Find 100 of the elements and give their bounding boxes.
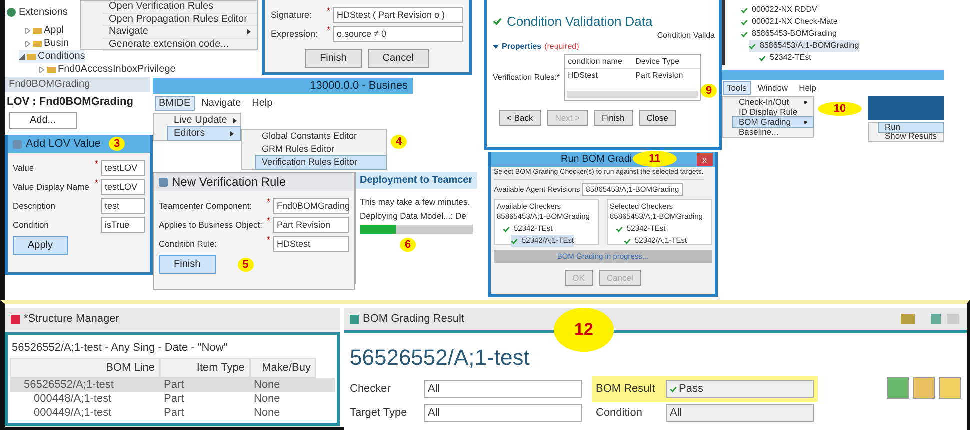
input-field[interactable]: isTrue	[101, 217, 145, 233]
table-cell-text: None	[253, 406, 282, 420]
required-mark: *	[95, 159, 99, 169]
tree-item[interactable]: 52342-TEst	[759, 52, 812, 64]
apply-button[interactable]: Apply	[13, 236, 68, 255]
wizard-button[interactable]: Close	[638, 110, 676, 126]
menu-bar-item[interactable]: BMIDE	[155, 96, 195, 111]
menu-bar-item[interactable]: Tools	[723, 81, 751, 95]
dropdown-field[interactable]: All	[424, 404, 582, 422]
section-title: Properties	[502, 42, 542, 51]
tree-item[interactable]: 85865453/A;1-BOMGrading	[749, 40, 860, 52]
menu-item[interactable]: Global Constants Editor	[256, 130, 386, 143]
input-field[interactable]: test	[101, 198, 145, 214]
input-field[interactable]: testLOV	[101, 179, 145, 195]
status-text: Deploying Data Model...: De	[360, 211, 468, 221]
tree-item[interactable]: Busin	[25, 37, 70, 50]
field-label: Signature:	[271, 10, 314, 20]
tree-item[interactable]: Fnd0AccessInboxPrivilege	[39, 63, 176, 76]
expander-icon[interactable]	[25, 40, 31, 46]
check-icon	[493, 17, 502, 26]
table-cell-text: 56526552/A;1-test	[23, 378, 115, 392]
step-badge: 10	[818, 102, 862, 116]
menu-bar-item[interactable]: Help	[795, 81, 821, 95]
menu-item[interactable]: ID Display Rule	[733, 107, 813, 117]
input-field[interactable]: Part Revision	[273, 217, 349, 233]
dropdown-field[interactable]: All	[424, 380, 582, 398]
wizard-button[interactable]: Finish	[594, 110, 633, 126]
field-label: Condition	[13, 220, 50, 230]
menu-item[interactable]: Editors	[168, 127, 240, 140]
section-tab[interactable]: Condition Valida	[493, 31, 715, 40]
field-label: Applies to Business Object:	[159, 220, 264, 230]
tree-item[interactable]: 85865453-BOMGrading	[741, 28, 837, 40]
toolbar-icons-drawing	[901, 314, 961, 324]
dropdown-field[interactable]: All	[666, 404, 814, 422]
menu-bar-item[interactable]: Navigate	[198, 96, 246, 111]
input-field[interactable]: HDStest ( Part Revision o )	[333, 7, 463, 23]
step-badge: 9	[701, 84, 717, 98]
menu-item[interactable]: Open Propagation Rules Editor	[103, 14, 257, 26]
menu-item[interactable]: Baseline...	[733, 127, 813, 137]
field-label: Description	[13, 201, 57, 211]
x-close-button[interactable]: x	[696, 153, 713, 166]
menu-item[interactable]: Run	[879, 123, 943, 132]
input-field[interactable]: o.source ≠ 0	[333, 26, 463, 42]
check-icon	[670, 386, 677, 392]
column-header: BOM Line	[10, 358, 160, 378]
dialog-title: Deployment to Teamcer	[356, 172, 477, 189]
section-note: (required)	[544, 42, 580, 51]
tree-item[interactable]: 000022-NX RDDV	[741, 4, 818, 16]
required-mark: *	[267, 236, 271, 245]
input-field[interactable]: testLOV	[101, 160, 145, 176]
step-badge: 3	[109, 137, 126, 151]
dialog-title: New Verification Rule	[172, 175, 286, 189]
panel-tab[interactable]: Extensions	[19, 6, 68, 18]
finish-button[interactable]: Finish	[159, 255, 216, 274]
menu-bar-item[interactable]: Window	[754, 81, 792, 95]
add-button[interactable]: Add...	[9, 112, 78, 129]
menu-item[interactable]: Check-In/Out	[733, 97, 813, 107]
menu-bar-item[interactable]: Help	[248, 96, 277, 111]
step-badge: 6	[400, 238, 416, 252]
menu-item[interactable]: Verification Rules Editor	[256, 156, 386, 169]
required-mark: *	[327, 7, 331, 16]
tree-item[interactable]: Conditions	[19, 50, 86, 63]
view-tab[interactable]: BOM Grading Result	[363, 313, 464, 325]
table-cell-text: Part Revision	[634, 70, 684, 82]
wizard-button[interactable]: < Back	[499, 110, 542, 126]
column-header: Device Type	[634, 56, 681, 68]
tree-item[interactable]: 000021-NX Check-Mate	[741, 16, 838, 28]
menu-item[interactable]: Navigate	[103, 26, 257, 38]
field-label: Verification Rules:*	[493, 73, 560, 82]
menu-item[interactable]: Show Results	[879, 132, 943, 141]
required-mark: *	[267, 198, 271, 207]
menu-item[interactable]: GRM Rules Editor	[256, 143, 386, 156]
view-tab[interactable]: *Structure Manager	[24, 313, 120, 325]
input-field[interactable]: HDStest	[273, 236, 349, 252]
field-label: Target Type	[350, 407, 408, 419]
page-title: Condition Validation Data	[507, 14, 653, 29]
horizontal-scrollbar[interactable]	[567, 91, 698, 98]
column-header: Make/Buy	[250, 358, 316, 378]
menu-item[interactable]: BOM Grading	[733, 117, 813, 127]
folder-icon	[47, 66, 56, 72]
result-title: 56526552/A;1-test	[350, 345, 531, 371]
required-mark: *	[95, 178, 99, 188]
result-field: Pass	[666, 380, 814, 398]
dialog-button[interactable]: Finish	[305, 49, 362, 68]
expander-icon[interactable]	[25, 28, 31, 34]
collapse-icon[interactable]	[493, 44, 499, 50]
context-title: 56526552/A;1-test - Any Sing - Date - "Now"	[12, 342, 229, 354]
menu-item[interactable]: Open Verification Rules	[103, 1, 257, 14]
table-cell-text: Part	[163, 406, 186, 420]
dialog-button[interactable]: Cancel	[368, 49, 429, 68]
table-cell-text: None	[253, 378, 282, 392]
tree-item[interactable]: Appl	[25, 24, 64, 37]
input-field[interactable]: Fnd0BOMGrading	[273, 198, 349, 214]
menu-item[interactable]: Generate extension code...	[103, 38, 257, 51]
expander-icon[interactable]	[19, 54, 25, 60]
required-mark: *	[267, 217, 271, 226]
table-cell-text: 000448/A;1-test	[33, 392, 113, 406]
expander-icon[interactable]	[39, 66, 45, 72]
column-header: Item Type	[160, 358, 250, 378]
column-header: condition name	[567, 56, 624, 68]
